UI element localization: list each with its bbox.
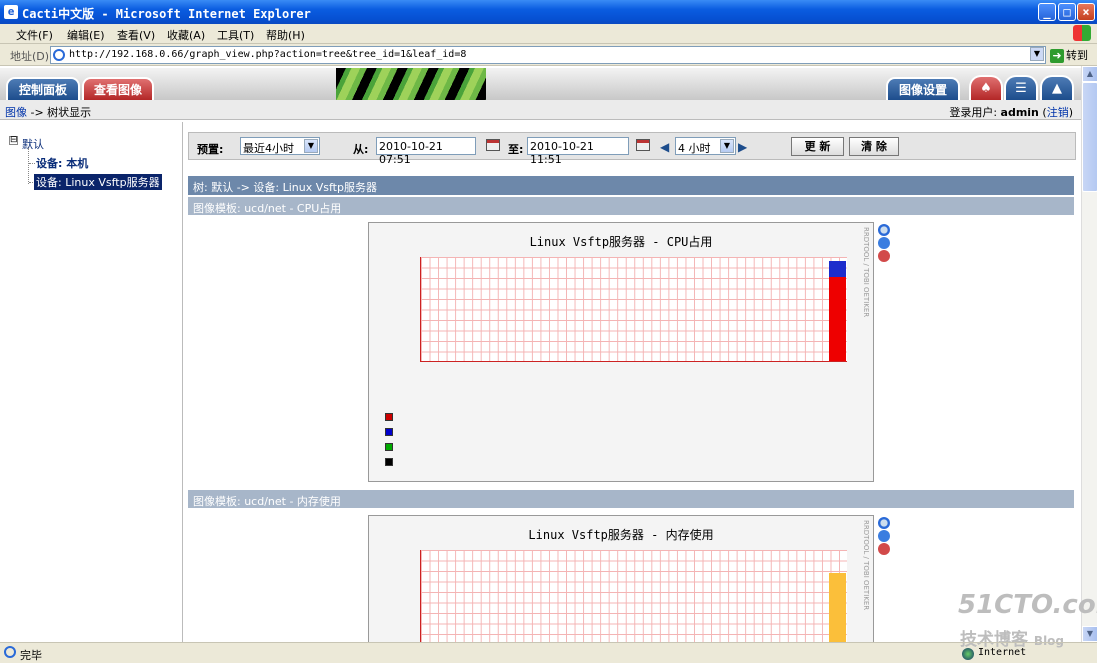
address-url: http://192.168.0.66/graph_view.php?actio… bbox=[69, 49, 467, 60]
shift-left-icon[interactable]: ◀ bbox=[660, 140, 669, 154]
graph-tree: ⊟ 默认 设备: 本机 设备: Linux Vsftp服务器 bbox=[0, 122, 183, 642]
breadcrumb: 图像 -> 树状显示 bbox=[5, 104, 91, 120]
to-calendar-icon[interactable] bbox=[636, 139, 650, 151]
from-date-input[interactable]: 2010-10-21 07:51 bbox=[376, 137, 476, 166]
cpu-bar-blue bbox=[829, 261, 846, 277]
preset-select[interactable]: 最近4小时 ▼ bbox=[240, 137, 320, 155]
go-button[interactable]: ➜ 转到 bbox=[1050, 47, 1088, 63]
export-graph-icon[interactable] bbox=[878, 237, 890, 249]
breadcrumb-current: -> 树状显示 bbox=[27, 106, 92, 119]
tree-header: 树: 默认 -> 设备: Linux Vsftp服务器 bbox=[188, 176, 1074, 195]
graph-template-header-cpu: 图像模板: ucd/net - CPU占用 bbox=[188, 197, 1074, 215]
memory-bar bbox=[829, 573, 846, 642]
export-graph-icon[interactable] bbox=[878, 530, 890, 542]
windows-logo-icon bbox=[1073, 25, 1091, 41]
legend-swatch bbox=[385, 443, 393, 451]
tree-root-default[interactable]: 默认 bbox=[22, 136, 44, 152]
cacti-top-band: 控制面板 查看图像 图像设置 ♠ ☰ ▲ bbox=[0, 66, 1081, 100]
refresh-button[interactable]: 更 新 bbox=[791, 137, 844, 156]
menu-help[interactable]: 帮助(H) bbox=[266, 27, 305, 43]
menu-view[interactable]: 查看(V) bbox=[117, 27, 155, 43]
graph-template-header-memory: 图像模板: ucd/net - 内存使用 bbox=[188, 490, 1074, 508]
breadcrumb-graphs-link[interactable]: 图像 bbox=[5, 106, 27, 119]
zone-label: Internet bbox=[978, 647, 1027, 658]
ie-status-icon bbox=[4, 646, 16, 658]
breadcrumb-bar: 图像 -> 树状显示 登录用户: admin (注销) bbox=[0, 100, 1081, 120]
address-label: 地址(D) bbox=[10, 50, 50, 63]
graph-plot-area bbox=[420, 550, 847, 642]
ie-app-icon: e bbox=[4, 5, 18, 19]
login-prefix: 登录用户: bbox=[949, 106, 1001, 119]
clear-button[interactable]: 清 除 bbox=[849, 137, 899, 156]
timespan-select[interactable]: 4 小时 ▼ bbox=[675, 137, 736, 155]
legend-swatch bbox=[385, 413, 393, 421]
rrdtool-credit: RRDTOOL / TOBI OETIKER bbox=[862, 520, 870, 611]
rrdtool-credit: RRDTOOL / TOBI OETIKER bbox=[862, 227, 870, 318]
go-arrow-icon: ➜ bbox=[1050, 49, 1064, 63]
ie-page-icon bbox=[53, 49, 65, 61]
to-label: 至: bbox=[508, 143, 524, 156]
tab-graphs[interactable]: 查看图像 bbox=[82, 77, 154, 100]
window-title: Cacti中文版 - Microsoft Internet Explorer bbox=[22, 7, 311, 21]
scroll-up-icon[interactable]: ▲ bbox=[1082, 66, 1097, 82]
menu-file[interactable]: 文件(F) bbox=[16, 27, 53, 43]
graph-title: Linux Vsftp服务器 - CPU占用 bbox=[529, 235, 713, 249]
zoom-graph-icon[interactable] bbox=[878, 517, 890, 529]
tree-item-localhost[interactable]: 设备: 本机 bbox=[36, 155, 88, 171]
preset-value: 最近4小时 bbox=[243, 142, 294, 155]
legend-swatch bbox=[385, 428, 393, 436]
legend-swatch bbox=[385, 458, 393, 466]
timespan-value: 4 小时 bbox=[678, 142, 711, 155]
menu-favorites[interactable]: 收藏(A) bbox=[167, 27, 205, 43]
address-dropdown-icon[interactable]: ▼ bbox=[1030, 47, 1044, 61]
timespan-filter-bar: 预置: 最近4小时 ▼ 从: 2010-10-21 07:51 至: 2010-1… bbox=[188, 132, 1076, 166]
vertical-scrollbar[interactable]: ▲ ▼ bbox=[1081, 66, 1097, 642]
menu-bar: 文件(F) 编辑(E) 查看(V) 收藏(A) 工具(T) 帮助(H) bbox=[0, 24, 1097, 44]
login-paren-open: ( bbox=[1038, 106, 1047, 119]
chevron-down-icon: ▼ bbox=[720, 139, 734, 153]
zoom-graph-icon[interactable] bbox=[878, 224, 890, 236]
chevron-down-icon: ▼ bbox=[304, 139, 318, 153]
decorative-stripe bbox=[336, 68, 486, 100]
close-button[interactable]: × bbox=[1077, 3, 1095, 21]
cpu-graph[interactable]: Linux Vsftp服务器 - CPU占用 RRDTOOL / TOBI OE… bbox=[368, 222, 874, 482]
tab-console[interactable]: 控制面板 bbox=[6, 77, 80, 100]
to-date-input[interactable]: 2010-10-21 11:51 bbox=[527, 137, 629, 166]
preview-view-icon[interactable]: ▲ bbox=[1040, 75, 1074, 100]
address-input[interactable]: http://192.168.0.66/graph_view.php?actio… bbox=[50, 46, 1046, 64]
watermark-logo: 51CTO.com bbox=[958, 590, 1097, 620]
logout-link[interactable]: 注销 bbox=[1047, 106, 1069, 119]
go-label: 转到 bbox=[1066, 49, 1088, 62]
login-info: 登录用户: admin (注销) bbox=[949, 104, 1073, 120]
internet-zone-icon bbox=[962, 648, 974, 660]
menu-tools[interactable]: 工具(T) bbox=[217, 27, 254, 43]
shift-right-icon[interactable]: ▶ bbox=[738, 140, 747, 154]
cpu-bar-red bbox=[829, 277, 846, 361]
login-user: admin bbox=[1000, 106, 1039, 119]
maximize-button[interactable]: □ bbox=[1058, 3, 1076, 21]
tree-view-icon[interactable]: ♠ bbox=[969, 75, 1003, 100]
tab-graph-settings[interactable]: 图像设置 bbox=[886, 77, 960, 100]
graph-title: Linux Vsftp服务器 - 内存使用 bbox=[528, 528, 714, 542]
browser-page: 控制面板 查看图像 图像设置 ♠ ☰ ▲ 图像 -> 树状显示 登录用户: ad… bbox=[0, 66, 1081, 642]
graph-plot-area bbox=[420, 257, 847, 362]
minimize-button[interactable]: _ bbox=[1038, 3, 1056, 21]
from-label: 从: bbox=[353, 143, 369, 156]
tree-collapse-icon[interactable]: ⊟ bbox=[9, 136, 18, 145]
address-bar: 地址(D) http://192.168.0.66/graph_view.php… bbox=[0, 44, 1097, 66]
memory-graph[interactable]: Linux Vsftp服务器 - 内存使用 RRDTOOL / TOBI OET… bbox=[368, 515, 874, 642]
status-bar: 完毕 Internet bbox=[0, 642, 1097, 662]
graph-properties-icon[interactable] bbox=[878, 543, 890, 555]
window-title-bar: e Cacti中文版 - Microsoft Internet Explorer… bbox=[0, 0, 1097, 24]
status-text: 完毕 bbox=[20, 649, 42, 662]
scroll-thumb[interactable] bbox=[1082, 82, 1097, 192]
list-view-icon[interactable]: ☰ bbox=[1004, 75, 1038, 100]
menu-edit[interactable]: 编辑(E) bbox=[67, 27, 105, 43]
login-paren-close: ) bbox=[1068, 106, 1073, 119]
preset-label: 预置: bbox=[197, 143, 224, 156]
tree-item-vsftp-selected[interactable]: 设备: Linux Vsftp服务器 bbox=[34, 174, 162, 190]
graph-properties-icon[interactable] bbox=[878, 250, 890, 262]
scroll-down-icon[interactable]: ▼ bbox=[1082, 626, 1097, 642]
from-calendar-icon[interactable] bbox=[486, 139, 500, 151]
